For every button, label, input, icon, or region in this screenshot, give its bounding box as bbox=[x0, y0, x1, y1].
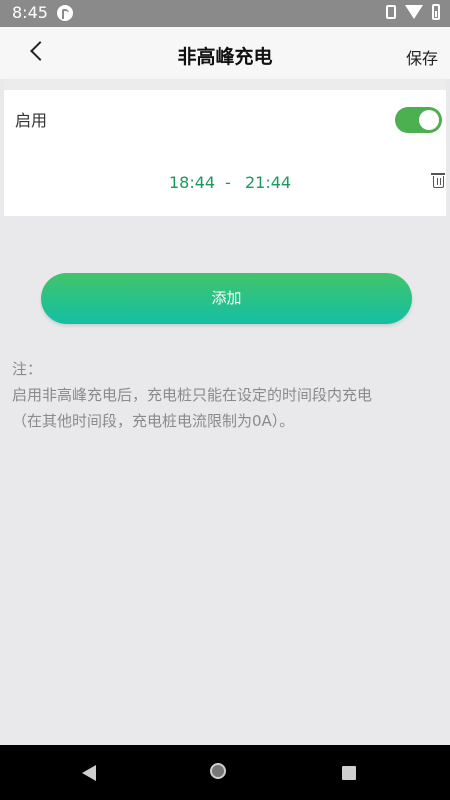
home-circle-icon[interactable] bbox=[210, 763, 226, 779]
wifi-icon bbox=[405, 5, 423, 19]
back-triangle-icon[interactable] bbox=[82, 765, 96, 781]
battery-icon bbox=[432, 4, 440, 20]
enable-label: 启用 bbox=[15, 111, 48, 130]
end-time[interactable]: 21:44 bbox=[245, 173, 291, 192]
note-line-1: 启用非高峰充电后，充电桩只能在设定的时间段内充电 bbox=[12, 386, 373, 404]
start-time[interactable]: 18:44 bbox=[169, 173, 215, 192]
note-heading: 注： bbox=[12, 360, 43, 378]
toggle-knob bbox=[419, 110, 439, 130]
app-header: 非高峰充电 保存 bbox=[0, 27, 450, 79]
system-nav-bar bbox=[0, 745, 450, 800]
status-icons bbox=[386, 4, 440, 20]
save-button[interactable]: 保存 bbox=[406, 45, 438, 69]
page-title: 非高峰充电 bbox=[177, 46, 273, 68]
recents-square-icon[interactable] bbox=[342, 766, 356, 780]
time-separator: - bbox=[225, 173, 231, 192]
app-circle-icon bbox=[57, 5, 73, 21]
settings-card: 启用 18:44 - 21:44 bbox=[4, 90, 446, 216]
vibrate-icon bbox=[386, 5, 396, 19]
note-line-2: （在其他时间段，充电桩电流限制为0A）。 bbox=[12, 412, 295, 430]
add-button[interactable]: 添加 bbox=[41, 273, 412, 324]
note-section: 注： 启用非高峰充电后，充电桩只能在设定的时间段内充电 （在其他时间段，充电桩电… bbox=[12, 356, 442, 434]
enable-toggle[interactable] bbox=[395, 107, 442, 133]
status-bar: 8:45 bbox=[0, 0, 450, 27]
header-divider bbox=[4, 79, 446, 90]
trash-icon[interactable] bbox=[431, 173, 445, 188]
status-time: 8:45 bbox=[12, 3, 48, 22]
